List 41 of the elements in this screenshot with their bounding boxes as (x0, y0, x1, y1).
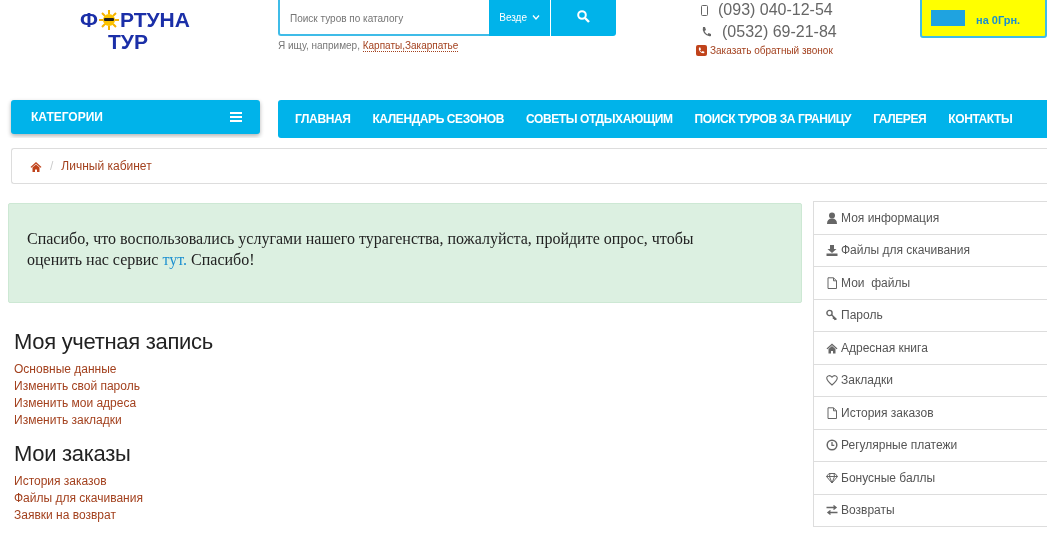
file-icon (826, 406, 838, 419)
home-link[interactable] (30, 160, 42, 172)
arrows-icon (826, 504, 838, 517)
breadcrumb-link[interactable]: Личный кабинет (61, 159, 152, 173)
search-icon (577, 10, 590, 23)
account-link[interactable]: История заказов (14, 473, 107, 490)
clock-icon (826, 439, 838, 452)
example-link[interactable]: Карпаты,Закарпатье (362, 40, 459, 52)
section-heading: Мои заказы (14, 441, 132, 467)
phone-icon (696, 45, 707, 56)
cart-button[interactable]: на 0Грн. (920, 0, 1047, 38)
phone-icon (701, 26, 712, 38)
download-icon (826, 244, 838, 257)
user-icon (826, 211, 838, 224)
callback-link[interactable]: Заказать обратный звонок (696, 45, 896, 56)
notice-message: Спасибо, что воспользовались услугами нашего турагенства, пожалуйста, пройдите опрос, чтобы оценить нас сервис тут. Спасибо! (8, 203, 802, 303)
account-link[interactable]: Основные данные (14, 361, 117, 378)
sidebar-item[interactable]: Возвраты (813, 493, 1047, 527)
caret-icon (532, 14, 540, 20)
logo[interactable]: Ф РТУНА ТУР (80, 9, 278, 53)
sidebar-item[interactable]: Моя информация (813, 201, 1047, 235)
menu-icon (230, 112, 242, 122)
sun-icon (97, 10, 120, 30)
breadcrumb-separator: / (50, 159, 54, 173)
section-heading: Моя учетная запись (14, 329, 214, 355)
account-link[interactable]: Заявки на возврат (14, 507, 116, 524)
house-icon (826, 341, 838, 354)
account-link[interactable]: Изменить закладки (14, 412, 122, 429)
account-link[interactable]: Изменить мои адреса (14, 395, 137, 412)
diamond-icon (826, 471, 838, 484)
phone-number: (093) 040-12-54 (718, 1, 833, 19)
search-hint: Я ищу, например, (278, 40, 361, 51)
phone-number: (0532) 69-21-84 (722, 23, 837, 41)
file-icon (826, 276, 838, 289)
account-link[interactable]: Файлы для скачивания (14, 490, 143, 507)
house-icon (30, 160, 42, 172)
account-link[interactable]: Изменить свой пароль (14, 378, 140, 395)
key-icon (826, 309, 838, 322)
mobile-phone-icon (701, 4, 708, 16)
heart-icon (826, 374, 838, 387)
search-field[interactable]: Поиск туров по каталогу (278, 0, 490, 36)
